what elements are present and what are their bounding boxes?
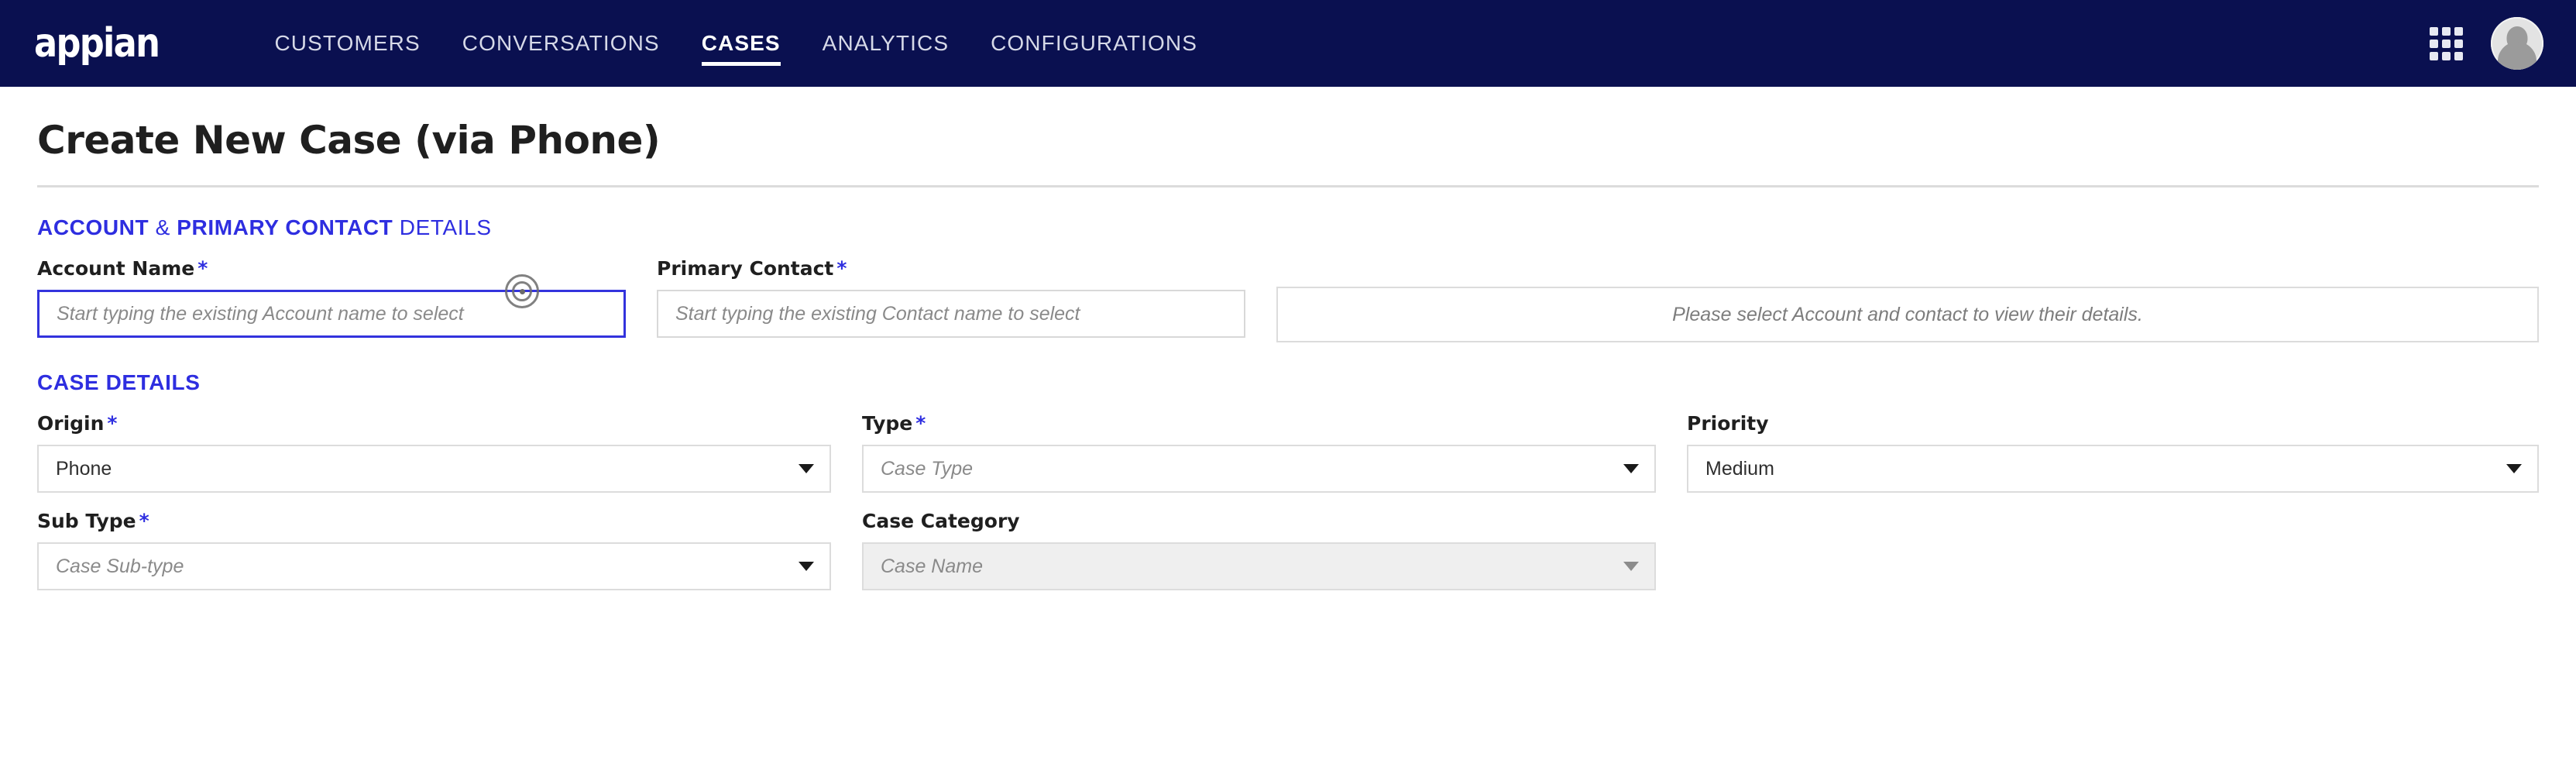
account-name-label: Account Name * [37,257,626,280]
field-priority: Priority Medium [1687,412,2539,493]
primary-contact-label-text: Primary Contact [657,257,834,280]
required-asterisk: * [915,412,926,435]
primary-contact-placeholder: Start typing the existing Contact name t… [675,302,1080,325]
required-asterisk: * [197,257,208,280]
origin-label-text: Origin [37,412,105,435]
required-asterisk: * [836,257,847,280]
sub-type-placeholder: Case Sub-type [56,555,184,577]
case-details-row-1: Origin * Phone Type * Case Type Priority M… [37,412,2539,493]
nav-item-label: CONVERSATIONS [462,31,660,55]
origin-dropdown[interactable]: Phone [37,445,831,493]
field-case-category: Case Category Case Name [862,510,1656,590]
sub-type-label-text: Sub Type [37,510,136,532]
type-label-text: Type [862,412,913,435]
type-dropdown[interactable]: Case Type [862,445,1656,493]
required-asterisk: * [107,412,118,435]
case-category-dropdown: Case Name [862,542,1656,590]
chevron-down-icon [799,464,814,473]
case-category-placeholder: Case Name [881,555,983,577]
case-category-label: Case Category [862,510,1656,532]
origin-label: Origin * [37,412,831,435]
case-category-label-text: Case Category [862,510,1020,532]
chevron-down-icon [1623,562,1639,571]
user-avatar-icon[interactable] [2491,17,2543,70]
appian-logo[interactable]: appian [34,23,160,64]
account-contact-row: Account Name * Start typing the existing … [37,257,2539,342]
account-name-input[interactable]: Start typing the existing Account name t… [37,290,626,338]
field-origin: Origin * Phone [37,412,831,493]
heading-part-details: DETAILS [393,215,492,239]
primary-contact-input[interactable]: Start typing the existing Contact name t… [657,290,1245,338]
chevron-down-icon [1623,464,1639,473]
priority-value: Medium [1705,457,1774,480]
nav-item-configurations[interactable]: CONFIGURATIONS [970,0,1218,87]
details-empty-message: Please select Account and contact to vie… [1672,303,2143,325]
type-label: Type * [862,412,1656,435]
heading-part-account: ACCOUNT [37,215,149,239]
heading-part-amp: & [149,215,177,239]
field-sub-type: Sub Type * Case Sub-type [37,510,831,590]
page-content: Create New Case (via Phone) ACCOUNT & PR… [0,87,2576,590]
chevron-down-icon [799,562,814,571]
top-navigation-bar: appian CUSTOMERS CONVERSATIONS CASES ANA… [0,0,2576,87]
details-empty-state: Please select Account and contact to vie… [1276,287,2539,342]
origin-value: Phone [56,457,112,480]
sub-type-dropdown[interactable]: Case Sub-type [37,542,831,590]
heading-part-primary-contact: PRIMARY CONTACT [177,215,393,239]
nav-item-conversations[interactable]: CONVERSATIONS [441,0,681,87]
avatar-body [2498,42,2537,70]
nav-item-label: ANALYTICS [822,31,950,55]
nav-item-label: CONFIGURATIONS [991,31,1197,55]
nav-item-customers[interactable]: CUSTOMERS [253,0,441,87]
primary-contact-label: Primary Contact * [657,257,1245,280]
chevron-down-icon [2506,464,2522,473]
nav-item-label: CASES [701,31,781,55]
field-account-name: Account Name * Start typing the existing … [37,257,626,338]
nav-right-controls [2430,17,2543,70]
nav-item-analytics[interactable]: ANALYTICS [802,0,970,87]
priority-dropdown[interactable]: Medium [1687,445,2539,493]
page-title: Create New Case (via Phone) [37,118,661,163]
case-details-row-2: Sub Type * Case Sub-type Case Category Ca… [37,510,2539,590]
priority-label-text: Priority [1687,412,1769,435]
case-details-heading-text: CASE DETAILS [37,370,201,394]
sub-type-label: Sub Type * [37,510,831,532]
field-primary-contact: Primary Contact * Start typing the existi… [657,257,1245,338]
field-type: Type * Case Type [862,412,1656,493]
section-heading-case-details: CASE DETAILS [37,342,2539,395]
account-name-placeholder: Start typing the existing Account name t… [57,302,464,325]
required-asterisk: * [139,510,149,532]
main-nav: CUSTOMERS CONVERSATIONS CASES ANALYTICS … [253,0,1218,87]
account-name-label-text: Account Name [37,257,195,280]
nav-item-label: CUSTOMERS [274,31,421,55]
grid-apps-icon[interactable] [2430,26,2463,60]
type-placeholder: Case Type [881,457,974,480]
section-heading-account-contact: ACCOUNT & PRIMARY CONTACT DETAILS [37,187,2539,240]
account-contact-details-panel: Please select Account and contact to vie… [1276,257,2539,342]
priority-label: Priority [1687,412,2539,435]
nav-item-cases[interactable]: CASES [681,0,802,87]
